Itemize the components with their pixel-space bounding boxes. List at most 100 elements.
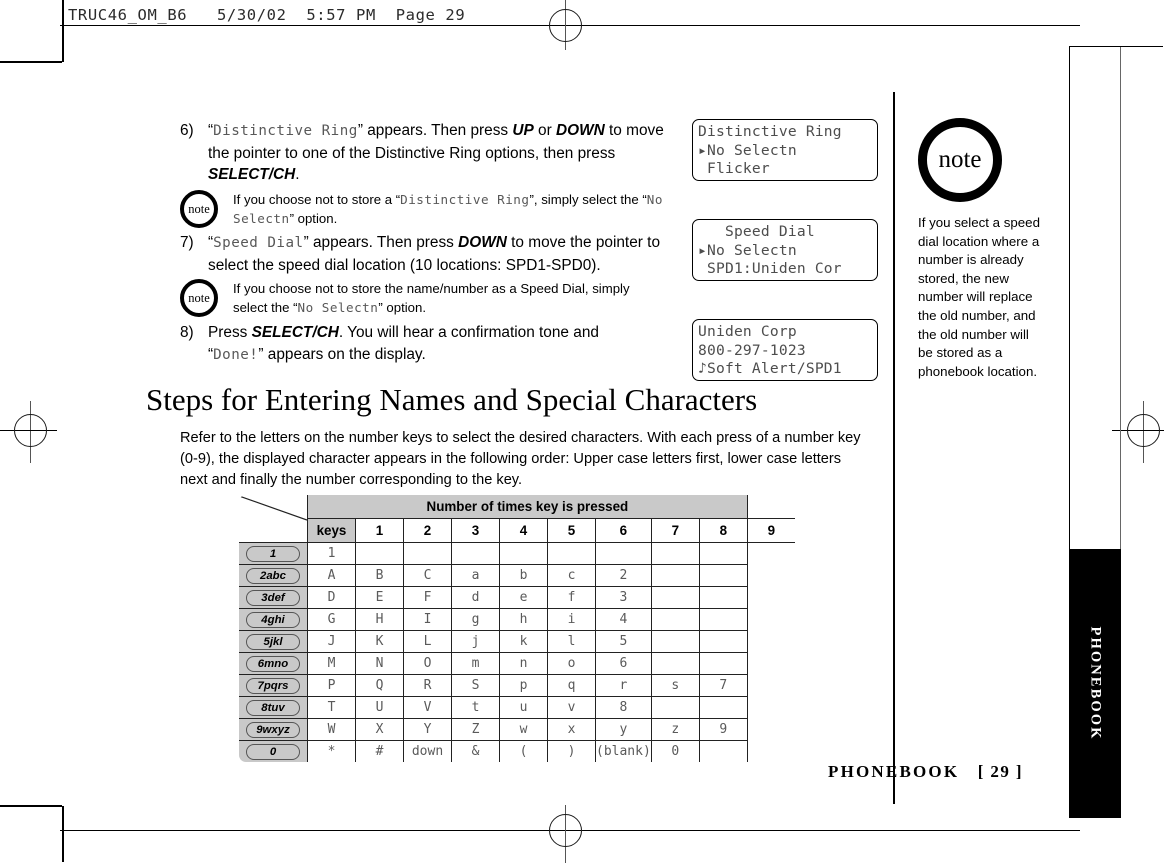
character-cell: *: [307, 740, 356, 762]
character-cell: [650, 586, 700, 609]
character-cell: K: [355, 630, 404, 653]
thumb-tab-label: PHONEBOOK: [1087, 626, 1104, 741]
character-cell: x: [547, 718, 596, 741]
character-cell: [650, 542, 700, 565]
table-press-count-header-8: 8: [698, 518, 748, 543]
character-cell: E: [355, 586, 404, 609]
sidebar-divider-rule: [893, 92, 895, 804]
character-cell: I: [403, 608, 452, 631]
diagonal-divider-icon: [239, 495, 307, 521]
key-label-3def: 3def: [238, 586, 308, 609]
crop-mark-bottom-left-vertical: [62, 806, 64, 862]
step-7: 7) “Speed Dial” appears. Then press DOWN…: [180, 232, 692, 276]
table-row: 0 * # down &() (blank) 0: [238, 740, 795, 762]
character-cell: s: [650, 674, 700, 697]
key-label-1: 1: [238, 542, 308, 565]
character-cell: 2: [595, 564, 652, 587]
character-cell: t: [451, 696, 500, 719]
character-cell: (: [499, 740, 548, 762]
character-cell: B: [355, 564, 404, 587]
character-cell: o: [547, 652, 596, 675]
character-cell: O: [403, 652, 452, 675]
character-cell: k: [499, 630, 548, 653]
footer-section-name: PHONEBOOK: [828, 762, 960, 781]
table-press-count-header-6: 6: [595, 518, 652, 543]
note-badge-icon: note: [180, 279, 218, 317]
character-cell: 4: [595, 608, 652, 631]
registration-mark-left: [0, 401, 57, 463]
imposition-slug: TRUC46_OM_B6 5/30/02 5:57 PM Page 29: [68, 6, 466, 24]
step-8: 8) Press SELECT/CH. You will hear a conf…: [180, 322, 650, 366]
character-cell: [698, 608, 748, 631]
character-cell: [595, 542, 652, 565]
note-distinctive-ring-text: If you choose not to store a “Distinctiv…: [233, 192, 663, 226]
character-cell: [355, 542, 404, 565]
character-cell: W: [307, 718, 356, 741]
character-cell: h: [499, 608, 548, 631]
character-cell: H: [355, 608, 404, 631]
table-row: 11: [238, 542, 795, 565]
step-8-number: 8): [180, 324, 194, 341]
table-press-count-header-7: 7: [650, 518, 700, 543]
character-cell: V: [403, 696, 452, 719]
character-cell: #: [355, 740, 404, 762]
character-cell: Z: [451, 718, 500, 741]
character-cell: L: [403, 630, 452, 653]
character-cell: m: [451, 652, 500, 675]
character-cell: [451, 542, 500, 565]
step-6-number: 6): [180, 122, 194, 139]
character-cell: D: [307, 586, 356, 609]
character-cell: [698, 542, 748, 565]
character-cell: Y: [403, 718, 452, 741]
thumb-tab-phonebook: PHONEBOOK: [1069, 549, 1121, 818]
character-cell: [650, 564, 700, 587]
character-cell: F: [403, 586, 452, 609]
key-pill: 2abc: [246, 567, 300, 584]
key-label-0: 0: [238, 740, 308, 762]
character-cell: 5: [595, 630, 652, 653]
table-press-count-header-2: 2: [403, 518, 452, 543]
table-row: 6mno M N Om n o 6: [238, 652, 795, 675]
character-cell: 0: [650, 740, 700, 762]
character-cell: N: [355, 652, 404, 675]
registration-mark-bottom: [60, 805, 1080, 863]
key-pill: 0: [246, 743, 300, 760]
lcd-display-distinctive-ring: Distinctive Ring ▸No Selectn Flicker: [692, 119, 878, 181]
character-cell: e: [499, 586, 548, 609]
note-speed-dial-text: If you choose not to store the name/numb…: [233, 281, 630, 315]
table-band-label: Number of times key is pressed: [307, 495, 748, 519]
character-cell: r: [595, 674, 652, 697]
table-row: 3def D E Fd e f 3: [238, 586, 795, 609]
registration-mark-top: [60, 0, 1080, 58]
table-row: 9wxyz W X Y Zw x y z 9: [238, 718, 795, 741]
character-cell: [698, 696, 748, 719]
table-press-count-header-9: 9: [746, 518, 795, 543]
character-cell: M: [307, 652, 356, 675]
crop-mark-bottom-left-horizontal: [0, 805, 62, 807]
table-row: 2abc A B Ca b c 2: [238, 564, 795, 587]
character-cell: 8: [595, 696, 652, 719]
character-cell: [547, 542, 596, 565]
table-body: 1 1 2abc A B Ca b c 2 3def D E Fd e f 3 4ghi G H Ig h i 4 5jkl J…: [238, 542, 795, 762]
key-label-7pqrs: 7pqrs: [238, 674, 308, 697]
key-label-6mno: 6mno: [238, 652, 308, 675]
character-cell: q: [547, 674, 596, 697]
table-press-count-header-4: 4: [499, 518, 548, 543]
character-cell: C: [403, 564, 452, 587]
character-cell: [698, 652, 748, 675]
section-heading: Steps for Entering Names and Special Cha…: [146, 382, 758, 417]
step-8-text: Press SELECT/CH. You will hear a confirm…: [208, 324, 599, 363]
character-cell: u: [499, 696, 548, 719]
table-press-count-header-1: 1: [355, 518, 404, 543]
character-cell: l: [547, 630, 596, 653]
character-cell: [698, 564, 748, 587]
key-pill: 5jkl: [246, 633, 300, 650]
character-cell: (blank): [595, 740, 652, 762]
key-pill: 3def: [246, 589, 300, 606]
character-cell: X: [355, 718, 404, 741]
character-cell: i: [547, 608, 596, 631]
character-cell: G: [307, 608, 356, 631]
step-6-text: “Distinctive Ring” appears. Then press U…: [208, 122, 664, 183]
character-cell: a: [451, 564, 500, 587]
character-cell: ): [547, 740, 596, 762]
